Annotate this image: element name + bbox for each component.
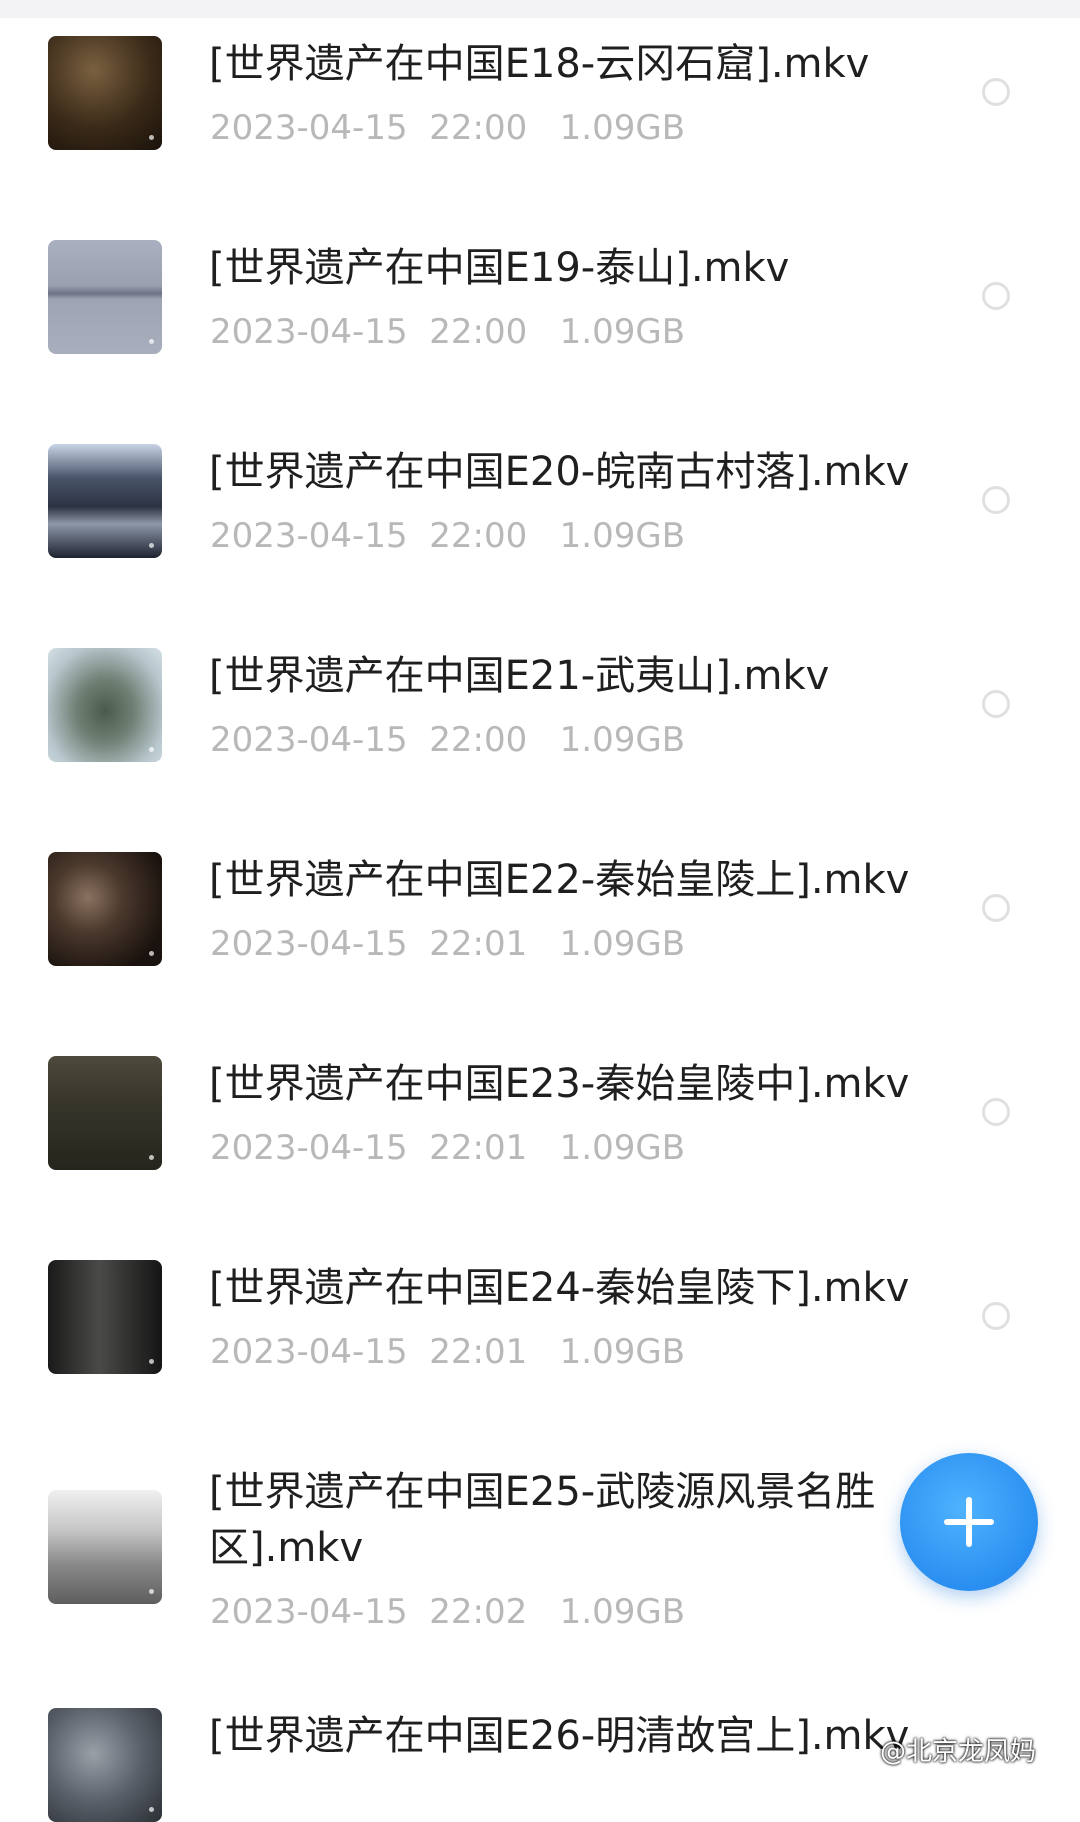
thumbnail-image [48,1708,162,1822]
thumbnail-image [48,1490,162,1604]
file-name: [世界遗产在中国E18-云冈石窟].mkv [209,41,870,87]
file-name: [世界遗产在中国E25-武陵源风景名胜区].mkv [209,1469,876,1571]
thumbnail-image [48,852,162,966]
file-name: [世界遗产在中国E20-皖南古村落].mkv [209,449,910,495]
file-date: 2023-04-15 [210,312,408,352]
file-size: 1.09GB [559,1592,686,1632]
file-meta: 2023-04-15 22:00 1.09GB [210,108,685,148]
add-button[interactable] [900,1453,1038,1591]
file-meta: 2023-04-15 22:00 1.09GB [210,720,685,760]
file-meta: 2023-04-15 22:01 1.09GB [210,924,685,964]
file-size: 1.09GB [559,720,686,760]
file-name: [世界遗产在中国E23-秦始皇陵中].mkv [209,1061,910,1107]
file-time: 22:01 [429,924,528,964]
file-date: 2023-04-15 [210,1332,408,1372]
file-date: 2023-04-15 [210,108,408,148]
file-meta: 2023-04-15 22:00 1.09GB [210,312,685,352]
file-time: 22:00 [429,720,528,760]
select-radio[interactable] [982,690,1010,718]
file-name: [世界遗产在中国E22-秦始皇陵上].mkv [209,857,910,903]
file-name: [世界遗产在中国E26-明清故宫上].mkv [209,1713,910,1759]
file-size: 1.09GB [559,1332,686,1372]
file-date: 2023-04-15 [210,516,408,556]
select-radio[interactable] [982,486,1010,514]
file-size: 1.09GB [559,312,686,352]
file-time: 22:02 [429,1592,528,1632]
file-name: [世界遗产在中国E19-泰山].mkv [209,245,790,291]
file-size: 1.09GB [559,516,686,556]
file-time: 22:00 [429,108,528,148]
file-meta: 2023-04-15 22:02 1.09GB [210,1592,685,1632]
select-radio[interactable] [982,282,1010,310]
file-name: [世界遗产在中国E24-秦始皇陵下].mkv [209,1265,910,1311]
file-size: 1.09GB [559,1128,686,1168]
select-radio[interactable] [982,78,1010,106]
file-meta: 2023-04-15 22:01 1.09GB [210,1332,685,1372]
file-date: 2023-04-15 [210,924,408,964]
file-date: 2023-04-15 [210,720,408,760]
select-radio[interactable] [982,1302,1010,1330]
file-time: 22:00 [429,312,528,352]
select-radio[interactable] [982,1098,1010,1126]
file-meta: 2023-04-15 22:00 1.09GB [210,516,685,556]
select-radio[interactable] [982,894,1010,922]
file-date: 2023-04-15 [210,1592,408,1632]
file-size: 1.09GB [559,108,686,148]
thumbnail-image [48,444,162,558]
file-time: 22:01 [429,1128,528,1168]
file-name: [世界遗产在中国E21-武夷山].mkv [209,653,830,699]
thumbnail-image [48,1056,162,1170]
file-size: 1.09GB [559,924,686,964]
thumbnail-image [48,648,162,762]
watermark: @北京龙凤妈 [880,1737,1037,1767]
file-time: 22:01 [429,1332,528,1372]
thumbnail-image [48,36,162,150]
file-time: 22:00 [429,516,528,556]
file-date: 2023-04-15 [210,1128,408,1168]
thumbnail-image [48,1260,162,1374]
file-meta: 2023-04-15 22:01 1.09GB [210,1128,685,1168]
thumbnail-image [48,240,162,354]
